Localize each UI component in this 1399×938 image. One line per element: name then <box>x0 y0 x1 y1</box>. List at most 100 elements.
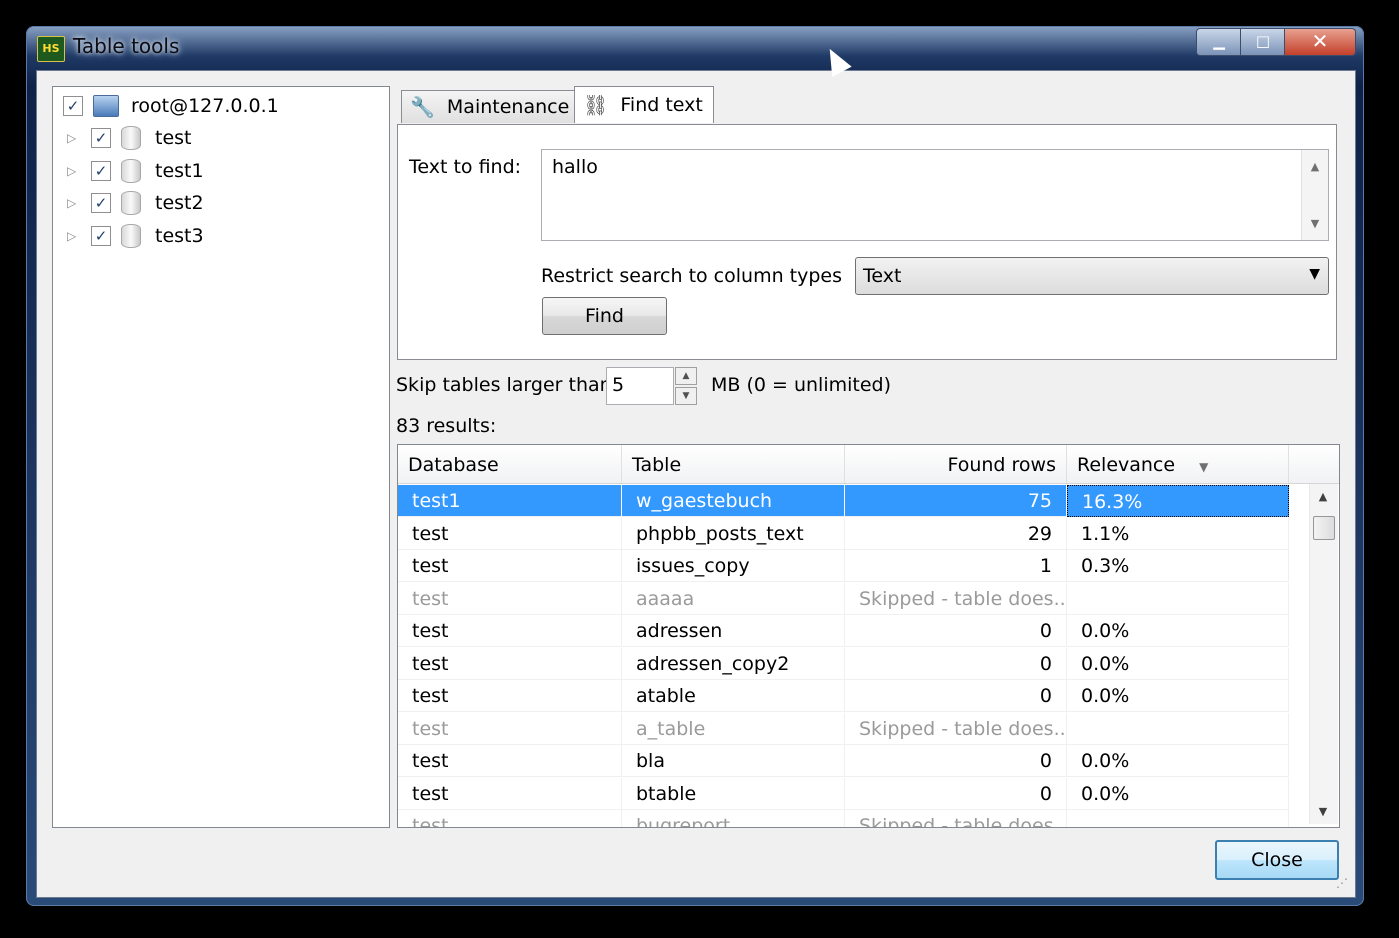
binoculars-icon: ⛓ <box>583 93 609 117</box>
skip-size-input[interactable]: 5 <box>606 367 674 405</box>
database-checkbox[interactable]: ✓ <box>91 193 111 213</box>
app-icon: HS <box>37 36 65 62</box>
server-icon <box>93 95 119 117</box>
database-checkbox[interactable]: ✓ <box>91 128 111 148</box>
tree-item-server[interactable]: ✓ root@127.0.0.1 <box>63 91 279 121</box>
tree-item-test1[interactable]: ▷ ✓ test1 <box>67 156 204 186</box>
column-type-select[interactable]: Text ▼ <box>855 257 1329 295</box>
cell-relevance: 1.1% <box>1067 517 1289 550</box>
maximize-button[interactable]: □ <box>1240 28 1286 56</box>
cell-relevance <box>1067 810 1289 827</box>
minimize-button[interactable]: ▁ <box>1196 28 1242 56</box>
scroll-up-icon[interactable]: ▲ <box>1310 490 1336 503</box>
expand-icon[interactable]: ▷ <box>67 131 79 145</box>
scroll-down-icon[interactable]: ▼ <box>1302 217 1328 230</box>
cell-relevance: 0.0% <box>1067 647 1289 680</box>
skip-size-stepper[interactable]: ▲ ▼ <box>675 367 697 405</box>
decrement-icon[interactable]: ▼ <box>675 387 697 405</box>
tab-find-text[interactable]: ⛓ Find text <box>574 86 714 123</box>
skip-unit-label: MB (0 = unlimited) <box>711 374 892 396</box>
cell-relevance <box>1067 712 1289 745</box>
tab-label: Maintenance <box>446 96 570 118</box>
close-button[interactable]: Close <box>1215 840 1339 880</box>
cell-database: test <box>398 810 622 827</box>
resize-grip-icon[interactable]: ⋰ <box>1336 876 1350 890</box>
cell-found-rows: 29 <box>845 517 1067 550</box>
cell-table: a_table <box>622 712 845 745</box>
cell-database: test <box>398 745 622 777</box>
table-row[interactable]: test a_table Skipped - table does... <box>398 712 1306 745</box>
expand-icon[interactable]: ▷ <box>67 229 79 243</box>
table-row[interactable]: test adressen 0 0.0% <box>398 615 1306 647</box>
tab-maintenance[interactable]: 🔧 Maintenance <box>401 90 575 123</box>
table-row[interactable]: test atable 0 0.0% <box>398 680 1306 712</box>
database-checkbox[interactable]: ✓ <box>91 226 111 246</box>
table-row[interactable]: test1 w_gaestebuch 75 16.3% <box>398 485 1306 517</box>
results-grid[interactable]: Database Table Found rows Relevance ▼ te… <box>397 444 1340 828</box>
column-header-relevance[interactable]: Relevance ▼ <box>1067 445 1289 483</box>
grid-header: Database Table Found rows Relevance ▼ <box>398 445 1339 484</box>
tree-item-label: test3 <box>155 225 204 247</box>
table-row[interactable]: test phpbb_posts_text 29 1.1% <box>398 517 1306 550</box>
column-header-label: Relevance <box>1077 454 1176 476</box>
database-checkbox[interactable]: ✓ <box>91 161 111 181</box>
column-header-table[interactable]: Table <box>622 445 845 483</box>
textarea-scrollbar[interactable]: ▲ ▼ <box>1301 150 1328 240</box>
cell-found-rows: Skipped - table does... <box>845 582 1067 615</box>
column-header-found-rows[interactable]: Found rows <box>845 445 1067 483</box>
scroll-down-icon[interactable]: ▼ <box>1310 805 1336 818</box>
cell-database: test <box>398 712 622 745</box>
tree-item-test2[interactable]: ▷ ✓ test2 <box>67 188 204 218</box>
cell-database: test <box>398 680 622 712</box>
cell-found-rows: Skipped - table does... <box>845 712 1067 745</box>
find-button[interactable]: Find <box>542 297 667 335</box>
expand-icon[interactable]: ▷ <box>67 164 79 178</box>
tree-item-test3[interactable]: ▷ ✓ test3 <box>67 221 204 251</box>
increment-icon[interactable]: ▲ <box>675 367 697 385</box>
cell-table: bugreport <box>622 810 845 827</box>
cell-table: adressen <box>622 615 845 647</box>
window-title: Table tools <box>73 34 180 58</box>
column-header-database[interactable]: Database <box>398 445 622 483</box>
expand-icon[interactable]: ▷ <box>67 196 79 210</box>
cell-table: atable <box>622 680 845 712</box>
scroll-up-icon[interactable]: ▲ <box>1302 160 1328 173</box>
cell-found-rows: 0 <box>845 745 1067 777</box>
cell-found-rows: 0 <box>845 647 1067 680</box>
table-row[interactable]: test issues_copy 1 0.3% <box>398 550 1306 582</box>
cell-relevance: 0.0% <box>1067 615 1289 647</box>
table-row[interactable]: test adressen_copy2 0 0.0% <box>398 647 1306 680</box>
cell-table: aaaaa <box>622 582 845 615</box>
restrict-label: Restrict search to column types <box>541 265 843 287</box>
tree-item-label: test2 <box>155 192 204 214</box>
database-icon <box>121 126 141 150</box>
server-checkbox[interactable]: ✓ <box>63 96 83 116</box>
tree-item-test[interactable]: ▷ ✓ test <box>67 123 192 153</box>
table-row[interactable]: test bugreport Skipped - table does... <box>398 810 1306 827</box>
scrollbar-thumb[interactable] <box>1313 516 1335 540</box>
table-row[interactable]: test bla 0 0.0% <box>398 745 1306 777</box>
database-tree[interactable]: ✓ root@127.0.0.1 ▷ ✓ test ▷ ✓ test1 ▷ ✓ … <box>52 86 390 828</box>
cell-database: test <box>398 615 622 647</box>
tab-label: Find text <box>620 94 703 116</box>
tree-item-label: root@127.0.0.1 <box>131 95 279 117</box>
cell-relevance: 0.0% <box>1067 680 1289 712</box>
table-row[interactable]: test aaaaa Skipped - table does... <box>398 582 1306 615</box>
window-close-button[interactable]: ✕ <box>1284 28 1356 56</box>
cell-found-rows: Skipped - table does... <box>845 810 1067 827</box>
results-scrollbar[interactable]: ▲ ▼ <box>1309 484 1338 824</box>
cell-table: btable <box>622 777 845 810</box>
close-icon: ✕ <box>1311 29 1329 53</box>
cell-database: test <box>398 517 622 550</box>
database-icon <box>121 224 141 248</box>
cell-relevance: 0.0% <box>1067 777 1289 810</box>
cell-table: phpbb_posts_text <box>622 517 845 550</box>
cell-database: test <box>398 647 622 680</box>
tree-item-label: test <box>155 127 192 149</box>
cell-table: w_gaestebuch <box>622 485 845 517</box>
cell-relevance: 0.0% <box>1067 745 1289 777</box>
text-to-find-label: Text to find: <box>409 156 522 178</box>
text-to-find-input[interactable]: hallo ▲ ▼ <box>541 149 1329 241</box>
cell-table: bla <box>622 745 845 777</box>
table-row[interactable]: test btable 0 0.0% <box>398 777 1306 810</box>
